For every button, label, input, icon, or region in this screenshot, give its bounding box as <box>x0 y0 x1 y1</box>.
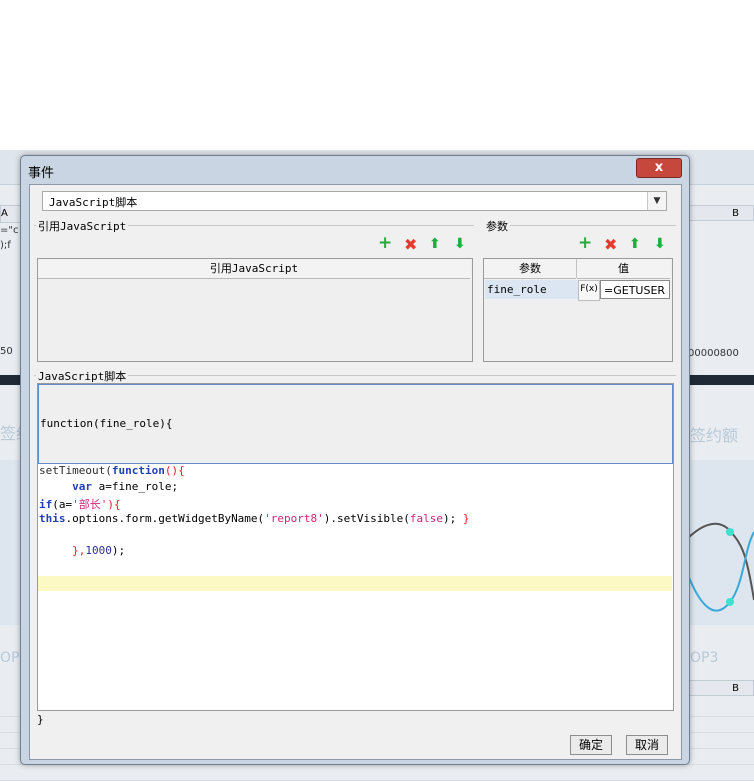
event-type-value: JavaScript脚本 <box>49 196 138 209</box>
code-token: function <box>111 464 165 477</box>
move-down-param-button[interactable]: ⬇ <box>654 236 666 253</box>
code-token: }, <box>39 544 86 557</box>
function-header-line: function(fine_role){ <box>40 417 173 430</box>
params-group-title: 参数 <box>484 218 510 234</box>
chevron-down-icon[interactable]: ▼ <box>647 192 666 210</box>
references-group-title: 引用JavaScript <box>36 218 129 234</box>
delete-param-button[interactable]: ✖ <box>604 236 617 253</box>
code-token: '部长' <box>72 498 108 511</box>
code-token: 'report8' <box>264 512 324 525</box>
code-token: var <box>72 480 92 493</box>
bg-chart-lines <box>685 522 754 612</box>
close-button[interactable]: x <box>636 158 682 178</box>
ok-button[interactable]: 确定 <box>570 735 612 755</box>
code-token: ); <box>443 512 463 525</box>
code-line-2: var a=fine_role; <box>39 480 178 493</box>
script-group-title: JavaScript脚本 <box>36 368 129 384</box>
event-type-select[interactable]: JavaScript脚本 ▼ <box>42 191 667 211</box>
references-table: 引用JavaScript <box>37 258 473 362</box>
params-table: 参数 值 fine_role F(x) =GETUSER <box>483 258 673 362</box>
move-up-param-button[interactable]: ⬆ <box>629 236 641 253</box>
code-token: 1000 <box>85 544 112 557</box>
code-line-6: },1000); <box>39 544 125 557</box>
bg-op3-right: OP3 <box>690 650 719 666</box>
move-up-reference-button[interactable]: ⬆ <box>429 236 441 253</box>
bg-snippet-1: ="c <box>0 225 19 236</box>
bg-chart-point <box>726 528 734 536</box>
code-token: .options.form.getWidgetByName( <box>65 512 265 525</box>
param-name-cell[interactable]: fine_role <box>485 280 579 299</box>
code-token: if <box>39 498 53 511</box>
bg-column-b-lower: B <box>688 680 754 696</box>
current-line-highlight <box>38 576 672 591</box>
dialog-body: JavaScript脚本 ▼ 引用JavaScript + ✖ ⬆ ⬇ 引用Ja… <box>29 184 682 760</box>
bg-numbers-right: 00000800 <box>688 348 739 359</box>
event-dialog: 事件 x JavaScript脚本 ▼ 引用JavaScript + ✖ ⬆ ⬇… <box>20 155 690 765</box>
code-token: this <box>39 512 66 525</box>
params-header-name: 参数 <box>484 259 576 279</box>
bg-numbers-left: 50 <box>0 346 13 357</box>
bg-col-b2-label: B <box>732 683 739 694</box>
formula-button[interactable]: F(x) <box>578 280 600 301</box>
divider <box>484 225 676 226</box>
bg-dark-bar-right <box>686 375 754 385</box>
bg-chart-left <box>0 460 22 625</box>
code-line-3: if(a='部长'){ <box>39 496 121 512</box>
code-token: false <box>409 512 444 525</box>
code-line-1: setTimeout(function(){ <box>39 464 185 477</box>
code-line-4: this.options.form.getWidgetByName('repor… <box>39 512 470 525</box>
code-token: setTimeout( <box>39 464 112 477</box>
bg-chart-point <box>726 598 734 606</box>
code-token: ){ <box>107 498 121 511</box>
code-token: (){ <box>164 464 185 477</box>
bg-dark-bar-left <box>0 375 22 385</box>
bg-chart-right <box>685 460 754 625</box>
bg-col-a-label: A <box>1 208 8 219</box>
references-column-header: 引用JavaScript <box>38 259 470 279</box>
cancel-button[interactable]: 取消 <box>626 735 668 755</box>
params-header-value: 值 <box>577 259 670 279</box>
bg-column-b: B <box>688 205 754 221</box>
code-token: a=fine_role; <box>92 480 179 493</box>
bg-snippet-2: );f <box>0 240 11 251</box>
close-icon: x <box>654 160 664 175</box>
add-reference-button[interactable]: + <box>378 235 392 252</box>
function-header-block: function(fine_role){ <box>38 384 673 464</box>
script-editor[interactable]: function(fine_role){ setTimeout(function… <box>37 383 674 711</box>
divider <box>34 375 676 376</box>
dialog-title: 事件 <box>28 166 55 181</box>
code-token: ).setVisible( <box>323 512 410 525</box>
code-token: (a= <box>52 498 73 511</box>
param-value-input[interactable]: =GETUSER <box>600 280 670 299</box>
bg-col-b-label: B <box>732 208 739 219</box>
bg-faded-right: 签约额 <box>690 426 739 445</box>
add-param-button[interactable]: + <box>578 235 592 252</box>
move-down-reference-button[interactable]: ⬇ <box>454 236 466 253</box>
code-token: ); <box>111 544 126 557</box>
delete-reference-button[interactable]: ✖ <box>404 236 417 253</box>
code-token: } <box>462 512 470 525</box>
function-footer-line: } <box>37 713 44 726</box>
